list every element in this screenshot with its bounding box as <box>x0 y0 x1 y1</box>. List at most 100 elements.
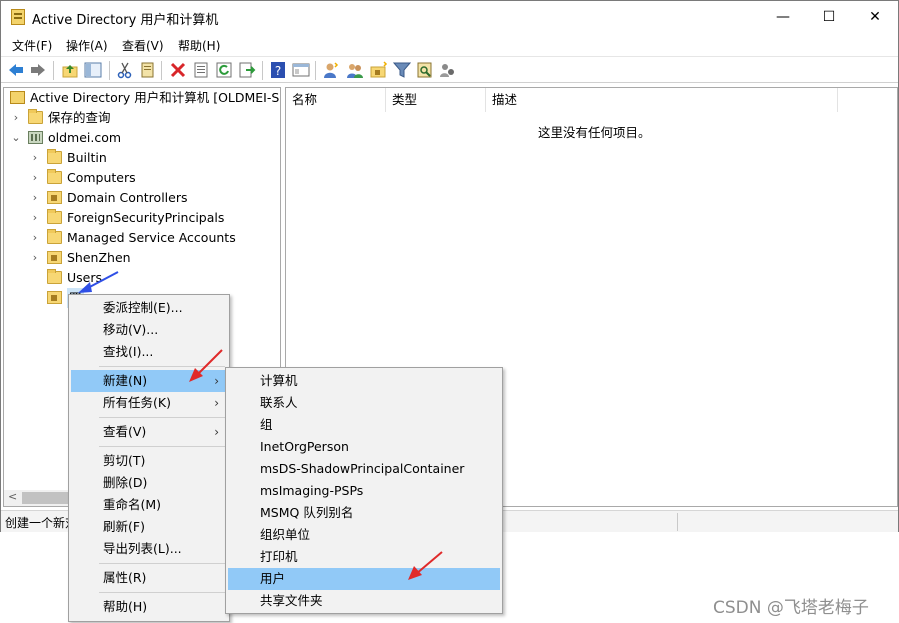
menu-item-view-label: 查看(V) <box>103 424 147 439</box>
submenu-item-msimaging-psps[interactable]: msImaging-PSPs <box>228 480 500 502</box>
minimize-button[interactable]: — <box>760 1 806 33</box>
toolbar-separator <box>315 61 316 80</box>
help-icon[interactable]: ? <box>269 61 287 79</box>
submenu-item-group[interactable]: 组 <box>228 414 500 436</box>
submenu-item-inetorgperson[interactable]: InetOrgPerson <box>228 436 500 458</box>
new-submenu: 计算机 联系人 组 InetOrgPerson msDS-ShadowPrinc… <box>225 367 503 614</box>
context-menu: 委派控制(E)... 移动(V)... 查找(I)... 新建(N) › 所有任务… <box>68 294 230 622</box>
submenu-item-printer[interactable]: 打印机 <box>228 546 500 568</box>
menu-item-new-label: 新建(N) <box>103 373 148 388</box>
folder-icon <box>28 109 43 124</box>
menu-bar: 文件(F) 操作(A) 查看(V) 帮助(H) <box>1 33 898 55</box>
ou-icon <box>47 291 62 304</box>
chevron-down-icon[interactable]: ⌄ <box>10 128 22 148</box>
console-view-icon[interactable] <box>292 61 310 79</box>
menu-item-all-tasks-label: 所有任务(K) <box>103 395 171 410</box>
toolbar-separator <box>161 61 162 80</box>
chevron-right-icon[interactable]: › <box>29 208 41 228</box>
status-separator <box>677 513 678 531</box>
menu-item-delete[interactable]: 删除(D) <box>71 472 227 494</box>
submenu-item-user[interactable]: 用户 <box>228 568 500 590</box>
menu-separator <box>99 563 225 564</box>
column-header-name[interactable]: 名称 <box>286 88 386 112</box>
ou-icon <box>47 251 62 264</box>
up-folder-icon[interactable] <box>61 61 79 79</box>
status-text: 创建一个新对 <box>5 516 78 530</box>
submenu-item-shadow-principal-container[interactable]: msDS-ShadowPrincipalContainer <box>228 458 500 480</box>
chevron-right-icon[interactable]: › <box>29 228 41 248</box>
chevron-right-icon[interactable]: › <box>29 188 41 208</box>
submenu-item-ou[interactable]: 组织单位 <box>228 524 500 546</box>
menu-separator <box>99 446 225 447</box>
copy-icon[interactable] <box>138 61 156 79</box>
folder-icon <box>47 149 62 164</box>
properties-icon[interactable] <box>192 61 210 79</box>
column-header-type[interactable]: 类型 <box>386 88 486 112</box>
toolbar-separator <box>53 61 54 80</box>
submenu-item-msmq-alias[interactable]: MSMQ 队列别名 <box>228 502 500 524</box>
blue-annotation-arrow-icon <box>78 271 119 293</box>
menu-action[interactable]: 操作(A) <box>66 37 108 54</box>
submenu-arrow-icon: › <box>214 396 219 410</box>
menu-separator <box>99 417 225 418</box>
menu-file[interactable]: 文件(F) <box>12 37 52 54</box>
new-ou-icon[interactable] <box>370 61 388 79</box>
red-annotation-arrow-icon <box>189 349 223 382</box>
folder-icon <box>47 229 62 244</box>
filter-icon[interactable] <box>393 61 411 79</box>
menu-item-properties[interactable]: 属性(R) <box>71 567 227 589</box>
maximize-button[interactable]: ☐ <box>806 1 852 33</box>
toolbar-separator <box>109 61 110 80</box>
submenu-arrow-icon: › <box>214 425 219 439</box>
back-arrow-icon[interactable] <box>7 61 25 79</box>
forward-arrow-icon[interactable] <box>29 61 47 79</box>
chevron-right-icon[interactable]: › <box>29 168 41 188</box>
delegate-icon[interactable] <box>439 61 457 79</box>
chevron-right-icon[interactable]: › <box>29 148 41 168</box>
show-hide-tree-icon[interactable] <box>84 61 102 79</box>
scrollbar-thumb[interactable] <box>22 492 74 504</box>
menu-item-all-tasks[interactable]: 所有任务(K) › <box>71 392 227 414</box>
submenu-item-computer[interactable]: 计算机 <box>228 370 500 392</box>
close-button[interactable]: ✕ <box>852 1 898 33</box>
menu-item-delegate-control[interactable]: 委派控制(E)... <box>71 297 227 319</box>
red-annotation-arrow-icon <box>408 551 443 580</box>
app-icon <box>11 9 25 25</box>
empty-list-message: 这里没有任何项目。 <box>538 125 651 140</box>
svg-text:?: ? <box>275 64 281 78</box>
new-user-icon[interactable] <box>322 61 340 79</box>
menu-item-view[interactable]: 查看(V) › <box>71 421 227 443</box>
column-header-description[interactable]: 描述 <box>486 88 838 112</box>
submenu-item-shared-folder[interactable]: 共享文件夹 <box>228 590 500 612</box>
folder-icon <box>47 269 62 284</box>
submenu-item-contact[interactable]: 联系人 <box>228 392 500 414</box>
menu-item-rename[interactable]: 重命名(M) <box>71 494 227 516</box>
delete-icon[interactable] <box>169 61 187 79</box>
menu-item-move[interactable]: 移动(V)... <box>71 319 227 341</box>
ou-icon <box>47 191 62 204</box>
refresh-icon[interactable] <box>215 61 233 79</box>
menu-view[interactable]: 查看(V) <box>122 37 164 54</box>
folder-icon <box>47 209 62 224</box>
toolbar-separator <box>262 61 263 80</box>
menu-item-export-list[interactable]: 导出列表(L)... <box>71 538 227 560</box>
title-bar: Active Directory 用户和计算机 — ☐ ✕ <box>1 1 898 33</box>
chevron-right-icon[interactable]: › <box>10 108 22 128</box>
new-group-icon[interactable] <box>346 61 364 79</box>
find-icon[interactable] <box>416 61 434 79</box>
export-list-icon[interactable] <box>238 61 256 79</box>
scroll-left-icon[interactable]: < <box>8 490 17 503</box>
menu-separator <box>99 592 225 593</box>
menu-item-cut[interactable]: 剪切(T) <box>71 450 227 472</box>
domain-icon <box>28 131 43 144</box>
console-root-icon <box>10 91 25 104</box>
folder-icon <box>47 169 62 184</box>
window-title: Active Directory 用户和计算机 <box>32 13 219 28</box>
watermark: CSDN @飞塔老梅子 <box>713 598 869 618</box>
toolbar: ? <box>1 56 898 83</box>
cut-icon[interactable] <box>116 61 134 79</box>
chevron-right-icon[interactable]: › <box>29 248 41 268</box>
menu-item-help[interactable]: 帮助(H) <box>71 596 227 618</box>
menu-help[interactable]: 帮助(H) <box>178 37 220 54</box>
menu-item-refresh[interactable]: 刷新(F) <box>71 516 227 538</box>
